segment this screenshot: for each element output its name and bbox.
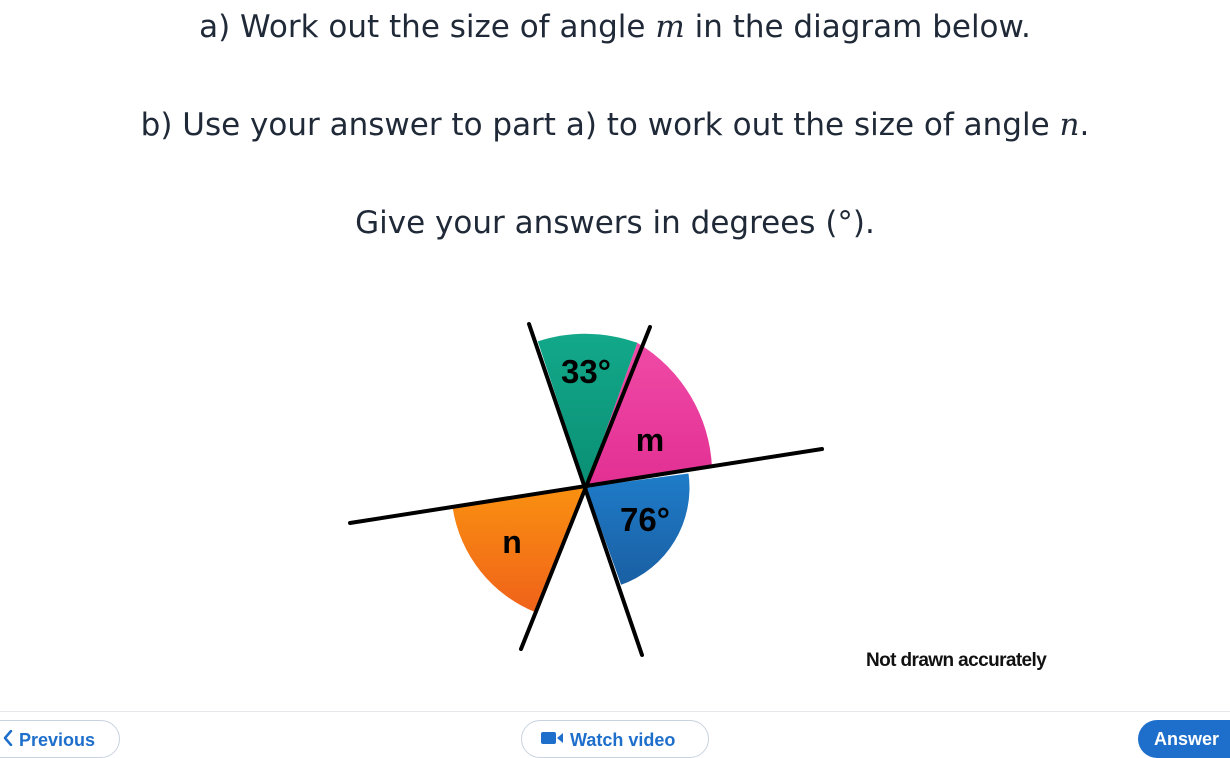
label-angle-m: m [636,422,664,458]
previous-label: Previous [19,730,96,750]
video-camera-icon [540,730,564,751]
answer-label: Answer [1154,729,1220,749]
label-33-degrees: 33° [561,353,611,390]
label-76-degrees: 76° [620,501,670,538]
not-drawn-accurately-note: Not drawn accurately [866,650,1047,671]
chevron-left-icon [3,729,13,751]
watch-video-label: Watch video [570,730,676,750]
answer-button[interactable]: Answer [1138,720,1230,758]
footer-divider [0,711,1230,712]
instruction-prefix: Give your answers in degrees [355,205,826,241]
part-a-prefix: a) Work out the size of angle [199,9,656,45]
degree-symbol: (°) [825,205,866,241]
question-part-b: b) Use your answer to part a) to work ou… [0,105,1230,145]
part-b-prefix: b) Use your answer to part a) to work ou… [140,107,1060,143]
angle-n-variable: n [1059,107,1080,143]
instruction-suffix: . [865,205,875,241]
question-part-a: a) Work out the size of angle m in the d… [0,7,1230,47]
part-b-suffix: . [1079,107,1090,143]
part-a-suffix: in the diagram below. [684,9,1031,45]
watch-video-button[interactable]: Watch video [521,720,709,758]
answer-instruction: Give your answers in degrees (°). [0,203,1230,243]
label-angle-n: n [502,524,522,560]
previous-button[interactable]: Previous [0,720,120,758]
angle-m-variable: m [655,9,685,45]
angle-diagram: 33° m 76° n [348,322,824,657]
